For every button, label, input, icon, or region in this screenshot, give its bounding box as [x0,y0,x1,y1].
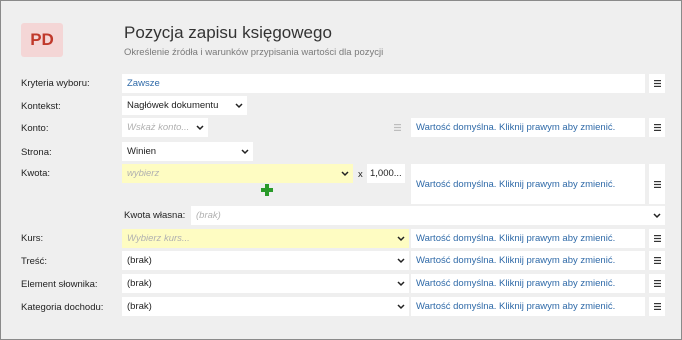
chevron-down-icon [341,170,349,177]
kategoria-dochodu-value: (brak) [127,301,152,312]
kwota-select[interactable]: wybierz [122,164,353,183]
kurs-select[interactable]: Wybierz kurs... [122,229,409,248]
element-slownika-default-field[interactable]: Wartość domyślna. Kliknij prawym aby zmi… [411,274,645,293]
kontekst-select[interactable]: Nagłówek dokumentu [122,96,247,115]
kontekst-value: Nagłówek dokumentu [127,100,219,111]
konto-inner-menu-icon[interactable] [391,118,403,137]
kwota-default-field[interactable]: Wartość domyślna. Kliknij prawym aby zmi… [411,164,645,204]
kwota-menu-icon[interactable] [649,164,665,204]
dialog-frame: PD Pozycja zapisu księgowego Określenie … [0,0,682,340]
kurs-menu-icon[interactable] [649,229,665,248]
konto-default-link[interactable]: Wartość domyślna. Kliknij prawym aby zmi… [416,122,615,133]
konto-label: Konto: [21,123,49,134]
kwota-placeholder: wybierz [127,168,160,179]
kryteria-menu-icon[interactable] [649,74,665,93]
element-slownika-menu-icon[interactable] [649,274,665,293]
tresc-default-link[interactable]: Wartość domyślna. Kliknij prawym aby zmi… [416,255,615,266]
kryteria-label: Kryteria wyboru: [21,78,90,89]
kategoria-dochodu-select[interactable]: (brak) [122,297,409,316]
tresc-label: Treść: [21,256,48,267]
strona-value: Winien [127,146,157,157]
kurs-default-field[interactable]: Wartość domyślna. Kliknij prawym aby zmi… [411,229,645,248]
tresc-value: (brak) [127,255,152,266]
element-slownika-default-link[interactable]: Wartość domyślna. Kliknij prawym aby zmi… [416,278,615,289]
konto-select[interactable]: Wskaż konto... [122,118,208,137]
chevron-down-icon [196,124,204,131]
chevron-down-icon [397,235,405,242]
multiplier-sign: x [358,169,363,180]
chevron-down-icon [235,102,243,109]
kwota-multiplier-value: 1,000... [370,168,402,179]
kurs-placeholder: Wybierz kurs... [127,233,190,244]
kurs-default-link[interactable]: Wartość domyślna. Kliknij prawym aby zmi… [416,233,615,244]
module-badge: PD [21,23,63,57]
element-slownika-label: Element słownika: [21,279,98,290]
tresc-select[interactable]: (brak) [122,251,409,270]
chevron-down-icon [397,303,405,310]
kwota-multiplier-input[interactable]: 1,000... [367,164,405,183]
kurs-label: Kurs: [21,233,44,244]
kontekst-label: Kontekst: [21,101,61,112]
strona-label: Strona: [21,147,52,158]
chevron-down-icon [397,280,405,287]
kwota-wlasna-label: Kwota własna: [124,210,186,221]
kategoria-dochodu-default-link[interactable]: Wartość domyślna. Kliknij prawym aby zmi… [416,301,615,312]
kategoria-dochodu-menu-icon[interactable] [649,297,665,316]
element-slownika-select[interactable]: (brak) [122,274,409,293]
kwota-wlasna-placeholder: (brak) [196,210,221,221]
chevron-down-icon [397,257,405,264]
kryteria-value[interactable]: Zawsze [127,78,160,89]
konto-default-field[interactable]: Wartość domyślna. Kliknij prawym aby zmi… [411,118,645,137]
kategoria-dochodu-label: Kategoria dochodu: [21,302,104,313]
konto-placeholder: Wskaż konto... [127,122,190,133]
tresc-menu-icon[interactable] [649,251,665,270]
chevron-down-icon [241,148,249,155]
tresc-default-field[interactable]: Wartość domyślna. Kliknij prawym aby zmi… [411,251,645,270]
element-slownika-value: (brak) [127,278,152,289]
chevron-down-icon [653,212,661,219]
page-subtitle: Określenie źródła i warunków przypisania… [124,47,384,58]
page-title: Pozycja zapisu księgowego [124,23,332,42]
strona-select[interactable]: Winien [122,142,253,161]
kwota-wlasna-select[interactable]: (brak) [191,206,665,225]
konto-menu-icon[interactable] [649,118,665,137]
kategoria-dochodu-default-field[interactable]: Wartość domyślna. Kliknij prawym aby zmi… [411,297,645,316]
kwota-label: Kwota: [21,168,51,179]
kryteria-field[interactable]: Zawsze [122,74,645,93]
add-plus-icon[interactable] [261,184,273,196]
kwota-default-link[interactable]: Wartość domyślna. Kliknij prawym aby zmi… [416,179,615,190]
